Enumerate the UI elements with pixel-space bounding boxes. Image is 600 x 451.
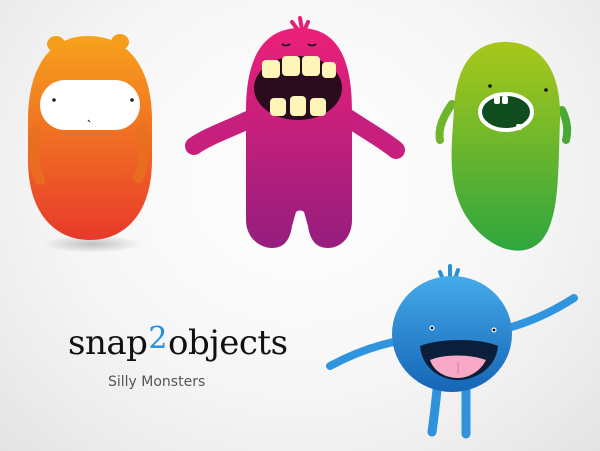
blue-monster-icon bbox=[326, 264, 578, 439]
brand-logo: snap2objects bbox=[68, 323, 288, 363]
tagline: Silly Monsters bbox=[108, 374, 206, 390]
brand-name-part3: objects bbox=[167, 323, 288, 363]
brand-name-part1: snap bbox=[68, 323, 148, 363]
magenta-monster-icon bbox=[185, 16, 405, 248]
orange-monster-icon bbox=[28, 34, 152, 253]
monster-scene bbox=[28, 16, 578, 439]
green-monster-icon bbox=[435, 41, 572, 251]
brand-name-part2: 2 bbox=[148, 321, 167, 356]
